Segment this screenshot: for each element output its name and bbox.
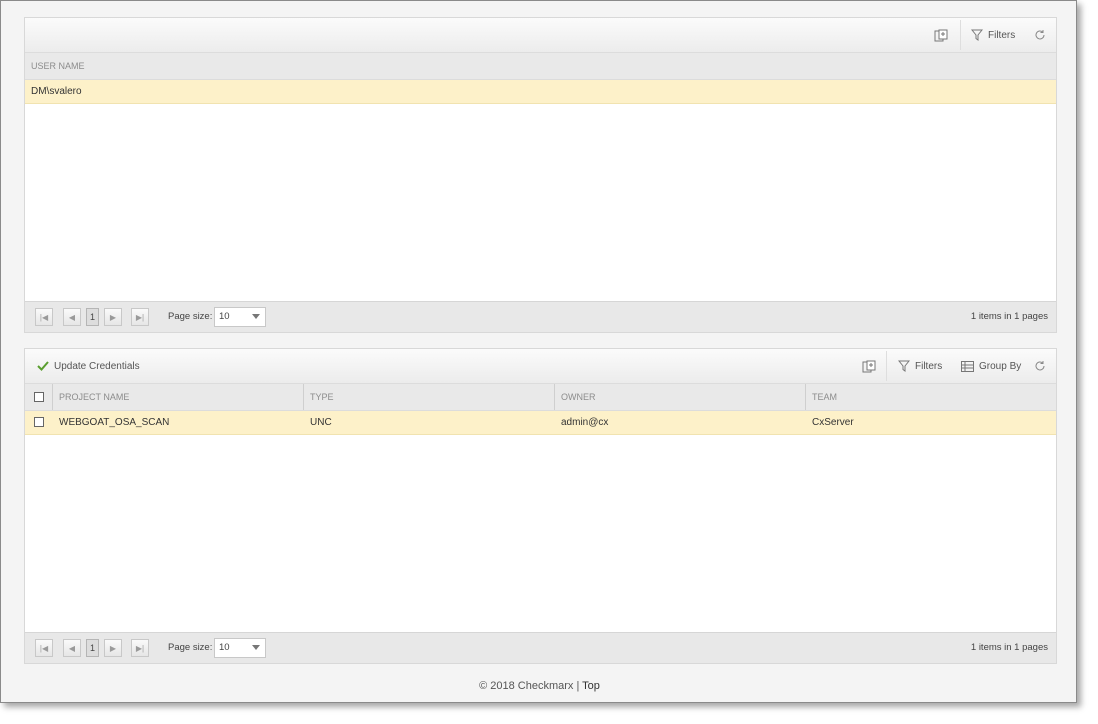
column-header-user-name[interactable]: USER NAME <box>31 53 85 79</box>
users-panel: Filters USER NAME DM\svalero |◀ ◀ 1 ▶ ▶|… <box>24 17 1057 333</box>
filter-icon <box>971 29 983 41</box>
projects-table-header: PROJECT NAME TYPE OWNER TEAM <box>25 384 1056 411</box>
projects-panel: Update Credentials Filters Group By PROJ… <box>24 348 1057 664</box>
projects-pager: |◀ ◀ 1 ▶ ▶| Page size: 10 1 items in 1 p… <box>25 632 1056 663</box>
export-icon <box>862 360 876 373</box>
group-by-icon <box>961 360 974 372</box>
toolbar-separator <box>886 351 887 381</box>
cell-owner: admin@cx <box>561 417 609 428</box>
refresh-icon <box>1034 360 1046 372</box>
checkmark-icon <box>37 361 49 371</box>
cell-team: CxServer <box>812 417 854 428</box>
column-header-team[interactable]: TEAM <box>812 384 837 410</box>
filters-label: Filters <box>915 360 943 372</box>
cell-user-name: DM\svalero <box>31 86 82 97</box>
group-by-label: Group By <box>979 360 1022 372</box>
page-number[interactable]: 1 <box>86 308 99 326</box>
table-row[interactable]: WEBGOAT_OSA_SCAN UNC admin@cx CxServer <box>25 411 1056 435</box>
export-button[interactable] <box>934 18 948 52</box>
export-button[interactable] <box>862 349 876 383</box>
page-size-label: Page size: <box>168 642 213 653</box>
first-page-icon: |◀ <box>39 312 49 322</box>
users-table-header: USER NAME <box>25 53 1056 80</box>
column-separator <box>554 384 555 410</box>
refresh-button[interactable] <box>1034 349 1046 383</box>
export-icon <box>934 29 948 42</box>
last-page-icon: ▶| <box>135 312 145 322</box>
items-info: 1 items in 1 pages <box>970 311 1048 322</box>
footer-separator: | <box>573 680 583 692</box>
cell-type: UNC <box>310 417 332 428</box>
filter-icon <box>898 360 910 372</box>
filters-button[interactable]: Filters <box>971 18 1015 52</box>
row-checkbox[interactable] <box>34 417 44 427</box>
last-page-icon: ▶| <box>135 643 145 653</box>
update-credentials-button[interactable]: Update Credentials <box>37 349 140 383</box>
column-header-project-name[interactable]: PROJECT NAME <box>59 384 129 410</box>
refresh-button[interactable] <box>1034 18 1046 52</box>
refresh-icon <box>1034 29 1046 41</box>
top-link[interactable]: Top <box>582 680 600 692</box>
column-separator <box>52 384 53 410</box>
filters-label: Filters <box>988 29 1016 41</box>
prev-page-icon: ◀ <box>68 643 76 653</box>
items-info: 1 items in 1 pages <box>970 642 1048 653</box>
last-page-button[interactable]: ▶| <box>131 308 149 326</box>
users-toolbar: Filters <box>25 18 1056 53</box>
first-page-button[interactable]: |◀ <box>35 308 53 326</box>
first-page-button[interactable]: |◀ <box>35 639 53 657</box>
toolbar-separator <box>960 20 961 50</box>
prev-page-button[interactable]: ◀ <box>63 639 81 657</box>
app-window: Filters USER NAME DM\svalero |◀ ◀ 1 ▶ ▶|… <box>0 0 1077 703</box>
select-all-checkbox[interactable] <box>34 392 44 402</box>
last-page-button[interactable]: ▶| <box>131 639 149 657</box>
chevron-down-icon <box>252 645 260 650</box>
chevron-down-icon <box>252 314 260 319</box>
page-size-select[interactable]: 10 <box>214 307 266 327</box>
users-pager: |◀ ◀ 1 ▶ ▶| Page size: 10 1 items in 1 p… <box>25 301 1056 332</box>
footer: © 2018 Checkmarx | Top <box>1 680 1078 692</box>
column-separator <box>805 384 806 410</box>
next-page-button[interactable]: ▶ <box>104 308 122 326</box>
next-page-button[interactable]: ▶ <box>104 639 122 657</box>
first-page-icon: |◀ <box>39 643 49 653</box>
page-size-label: Page size: <box>168 311 213 322</box>
cell-project-name: WEBGOAT_OSA_SCAN <box>59 417 170 428</box>
prev-page-icon: ◀ <box>68 312 76 322</box>
page-number[interactable]: 1 <box>86 639 99 657</box>
column-separator <box>303 384 304 410</box>
group-by-button[interactable]: Group By <box>961 349 1021 383</box>
column-header-type[interactable]: TYPE <box>310 384 334 410</box>
column-header-owner[interactable]: OWNER <box>561 384 596 410</box>
prev-page-button[interactable]: ◀ <box>63 308 81 326</box>
copyright-text: © 2018 Checkmarx <box>479 680 574 692</box>
projects-toolbar: Update Credentials Filters Group By <box>25 349 1056 384</box>
table-row[interactable]: DM\svalero <box>25 80 1056 104</box>
filters-button[interactable]: Filters <box>898 349 942 383</box>
next-page-icon: ▶ <box>109 643 117 653</box>
page-size-value: 10 <box>219 642 230 653</box>
page-size-value: 10 <box>219 311 230 322</box>
page-size-select[interactable]: 10 <box>214 638 266 658</box>
update-credentials-label: Update Credentials <box>54 360 140 372</box>
next-page-icon: ▶ <box>109 312 117 322</box>
